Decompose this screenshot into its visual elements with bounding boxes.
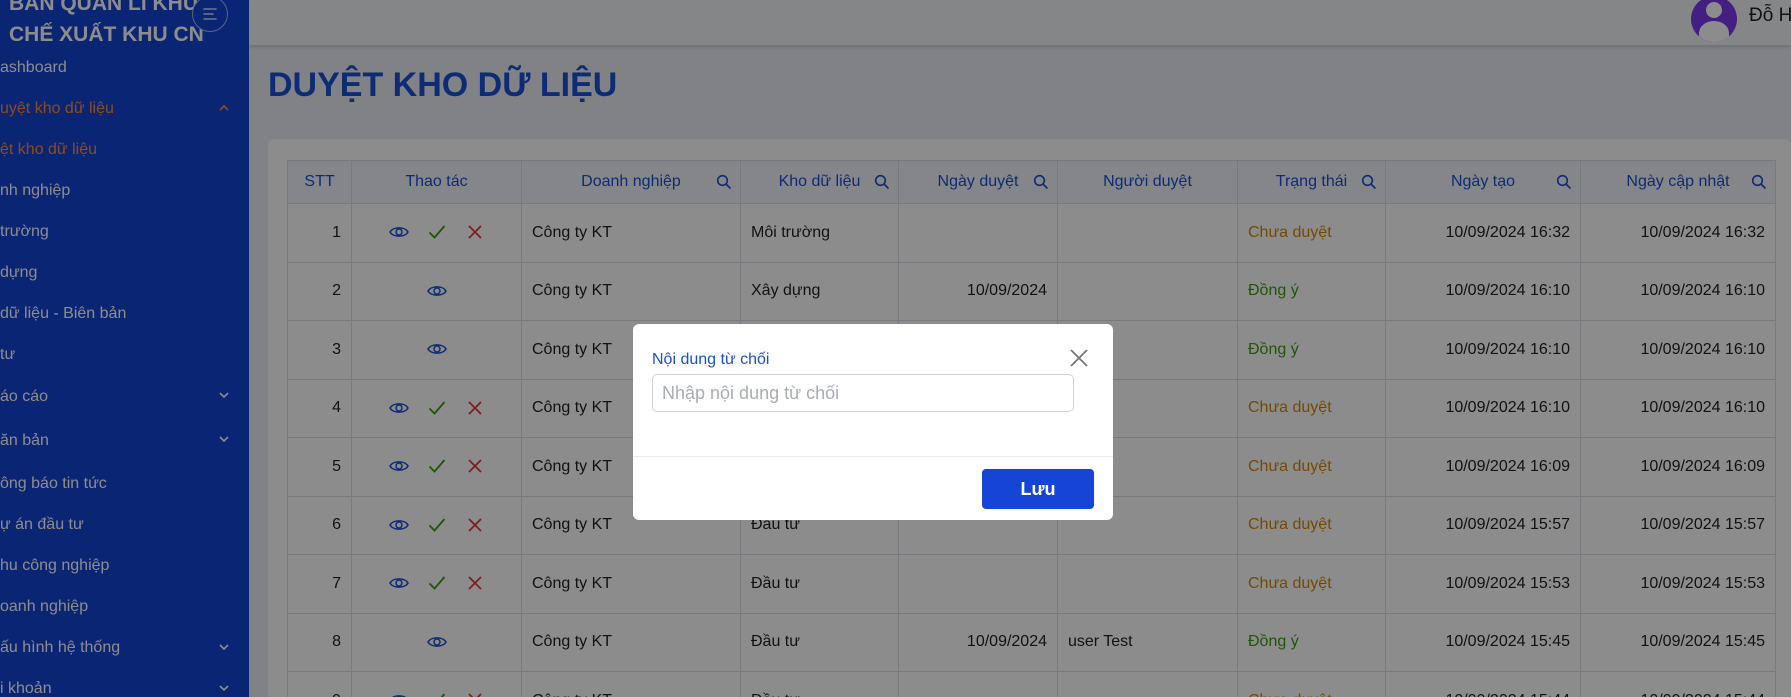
reject-modal: Nội dung từ chối Lưu	[633, 324, 1113, 520]
modal-divider	[633, 456, 1113, 457]
reject-reason-label: Nội dung từ chối	[652, 351, 770, 368]
save-button[interactable]: Lưu	[982, 469, 1094, 509]
reject-reason-input[interactable]	[652, 374, 1074, 412]
close-icon[interactable]	[1067, 346, 1091, 370]
